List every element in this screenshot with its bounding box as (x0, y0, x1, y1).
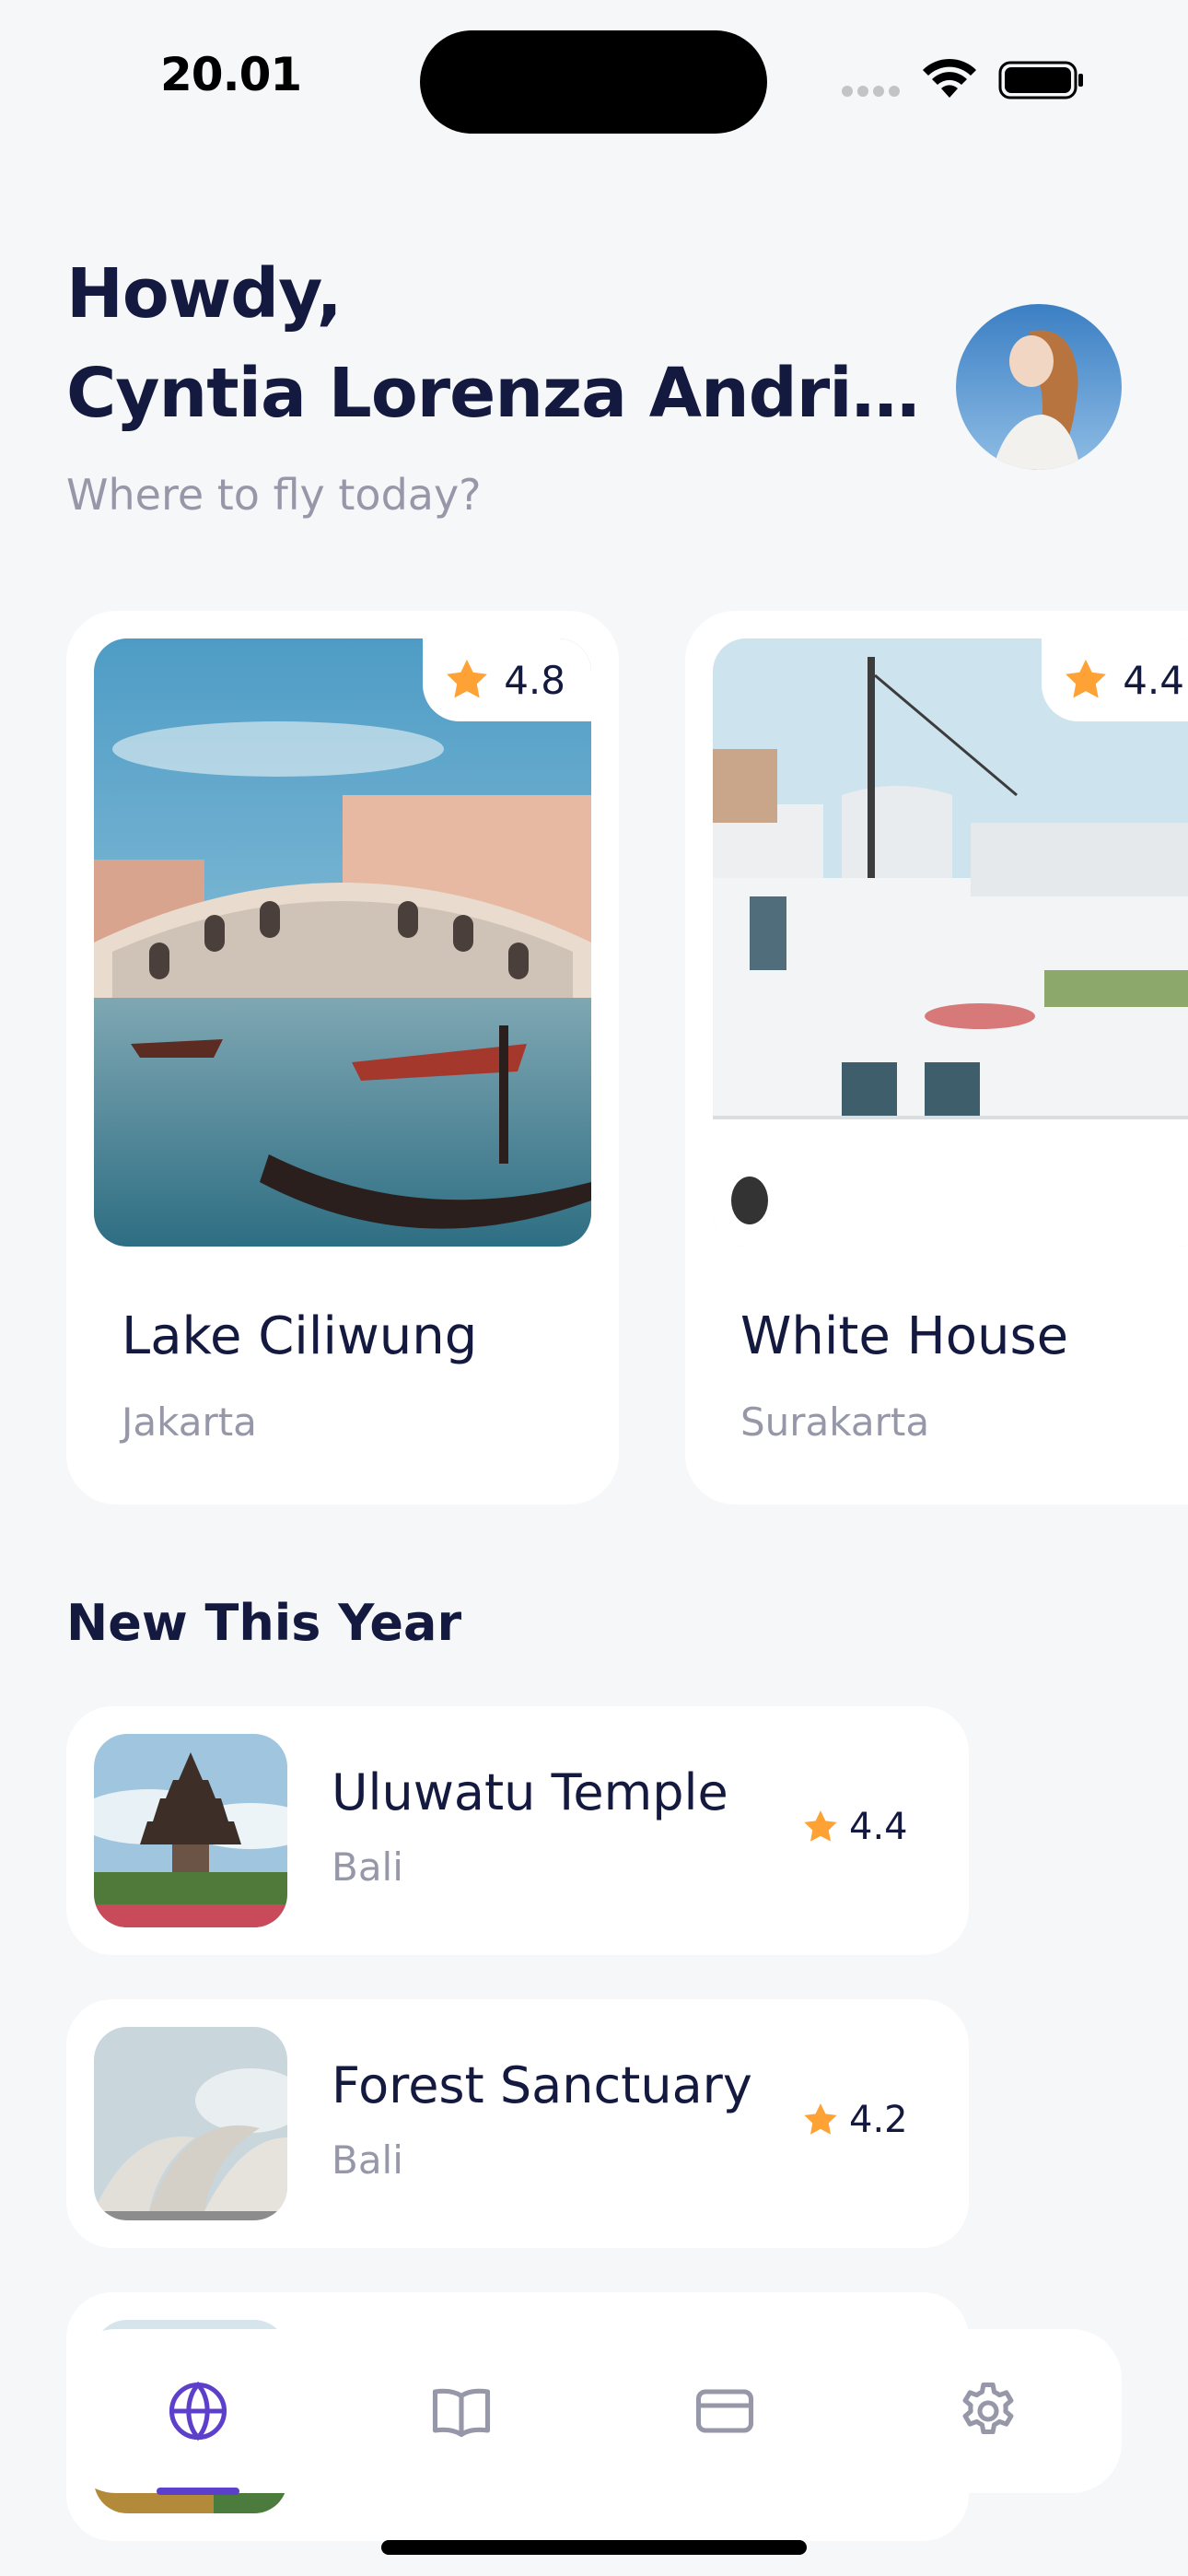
user-name: Cyntia Lorenza Andriaharjo (66, 354, 950, 433)
rating-value: 4.2 (849, 2099, 908, 2141)
list-item-city: Bali (332, 1844, 403, 1890)
star-icon (804, 2103, 837, 2135)
star-icon (804, 1810, 837, 1842)
star-icon (447, 659, 488, 698)
page-subtitle: Where to fly today? (66, 470, 482, 520)
destination-city: Jakarta (122, 1399, 257, 1445)
nav-active-indicator (157, 2488, 239, 2495)
avatar[interactable] (956, 304, 1122, 470)
destination-photo: 4.4 (713, 638, 1188, 1247)
bottom-nav (66, 2329, 1122, 2493)
destination-city: Surakarta (740, 1399, 930, 1445)
destination-name: White House (740, 1306, 1069, 1366)
globe-icon (169, 2381, 227, 2441)
book-icon (432, 2388, 491, 2438)
rating-value: 4.8 (504, 657, 565, 703)
destination-card[interactable]: 4.8 Lake Ciliwung Jakarta (66, 611, 619, 1505)
list-item-city: Bali (332, 2137, 403, 2183)
list-item-thumbnail (94, 2027, 287, 2220)
wifi-icon (923, 58, 976, 98)
nav-book-button[interactable] (330, 2329, 593, 2493)
settings-icon (962, 2382, 1014, 2435)
card-icon (695, 2389, 754, 2433)
list-item-rating: 4.2 (801, 2099, 908, 2141)
dynamic-island (420, 30, 767, 134)
rating-badge: 4.4 (1042, 638, 1188, 721)
destination-photo: 4.8 (94, 638, 591, 1247)
list-item[interactable]: Forest Sanctuary Bali 4.2 (66, 1999, 969, 2248)
list-item-name: Forest Sanctuary (332, 2056, 752, 2114)
destination-card[interactable]: 4.4 White House Surakarta (685, 611, 1188, 1505)
rating-badge: 4.8 (423, 638, 591, 721)
status-time: 20.01 (160, 48, 302, 101)
star-icon (1066, 659, 1107, 698)
list-item-rating: 4.4 (801, 1806, 908, 1848)
greeting-text: Howdy, (66, 254, 343, 334)
list-item-thumbnail (94, 1734, 287, 1927)
nav-card-button[interactable] (593, 2329, 856, 2493)
rating-value: 4.4 (849, 1806, 908, 1848)
section-title: New This Year (66, 1594, 462, 1652)
list-item-name: Uluwatu Temple (332, 1763, 728, 1821)
nav-settings-button[interactable] (856, 2329, 1120, 2493)
home-indicator (381, 2540, 807, 2555)
battery-icon (998, 61, 1083, 100)
nav-explore-button[interactable] (66, 2329, 330, 2493)
rating-value: 4.4 (1123, 657, 1184, 703)
list-item[interactable]: Uluwatu Temple Bali 4.4 (66, 1706, 969, 1955)
cellular-signal-icon (842, 83, 906, 97)
destination-name: Lake Ciliwung (122, 1306, 478, 1366)
